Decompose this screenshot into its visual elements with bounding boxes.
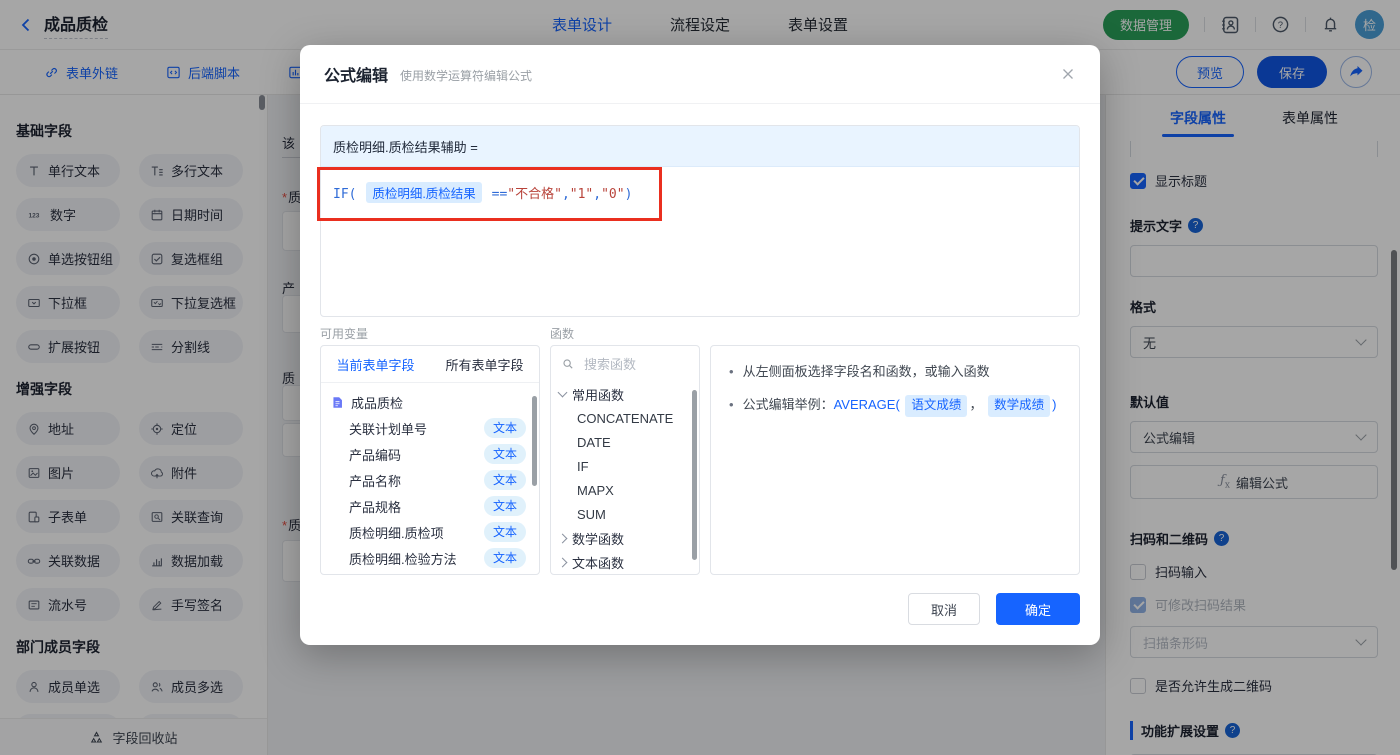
function-item[interactable]: CONCATENATE [551,406,699,430]
variables-root-label: 成品质检 [351,395,404,411]
confirm-button[interactable]: 确定 [996,593,1080,625]
formula-target-bar: 质检明细.质检结果辅助 = [321,126,1079,167]
functions-scrollbar[interactable] [692,390,697,560]
type-badge: 文本 [483,470,526,490]
variable-row[interactable]: 产品规格 文本 [321,493,539,519]
cancel-button[interactable]: 取消 [908,593,980,625]
type-badge: 文本 [483,548,526,568]
search-icon [561,357,575,371]
help-line-2: • 公式编辑举例：AVERAGE( 语文成绩， 数学成绩) [729,395,1061,417]
function-search[interactable] [551,346,699,382]
functions-label: 函数 [550,327,575,341]
formula-code: IF( [333,187,365,202]
variables-scrollbar[interactable] [532,396,537,486]
app-root: 成品质检 表单设计 流程设定 表单设置 数据管理 检 表单外链 后端脚本 预览 … [0,0,1400,755]
variables-panel: 当前表单字段 所有表单字段 成品质检 关联计划单号 文本 产品编码 文本 产品名称文… [320,345,540,575]
help-line-1: • 从左侧面板选择字段名和函数，或输入函数 [729,362,1061,382]
function-group-common[interactable]: 常用函数 [551,382,699,406]
type-badge: 文本 [483,496,526,516]
formula-input-area[interactable]: IF( 质检明细.质检结果 =="不合格","1","0") [321,167,1079,218]
formula-editor-modal: 公式编辑 使用数学运算符编辑公式 质检明细.质检结果辅助 = IF( 质检明细.… [300,45,1100,645]
tab-current-form-fields[interactable]: 当前表单字段 [321,355,430,374]
function-group-label: 文本函数 [572,555,625,571]
formula-code: ) [624,187,633,202]
bullet: • [729,397,734,413]
function-group-label: 常用函数 [572,387,625,403]
variable-name: 质检明细.质检项 [349,525,444,541]
close-icon[interactable] [1060,66,1076,82]
chevron-down-icon [557,387,568,398]
formula-editor: 质检明细.质检结果辅助 = IF( 质检明细.质检结果 =="不合格","1",… [320,125,1080,317]
variable-row[interactable]: 质检明细.检验方法 文本 [321,545,539,571]
help-close-paren: ) [1052,397,1057,413]
variable-name: 产品编码 [349,447,402,463]
function-group-label: 数学函数 [572,531,625,547]
variable-row[interactable]: 产品编码 文本 [321,441,539,467]
variables-tabs: 当前表单字段 所有表单字段 [321,346,539,383]
functions-panel: 常用函数 CONCATENATE DATE IF MAPX SUM 数学函数 文… [550,345,700,575]
variables-root-node[interactable]: 成品质检 [321,389,539,415]
field-chip[interactable]: 质检明细.质检结果 [366,182,482,203]
variables-label: 可用变量 [320,327,369,341]
type-badge: 文本 [483,522,526,542]
function-item[interactable]: DATE [551,430,699,454]
formula-string: "不合格" [507,187,562,202]
function-item[interactable]: SUM [551,502,699,526]
help-example-prefix: 公式编辑举例： [742,397,834,413]
function-search-input[interactable] [582,355,689,373]
type-badge: 文本 [483,418,526,438]
formula-string: "1" [569,187,594,202]
variable-row[interactable]: 产品名称 文本 [321,467,539,493]
modal-footer: 取消 确定 [908,593,1080,625]
type-badge: 文本 [483,444,526,464]
form-doc-icon [331,396,344,409]
function-group-text[interactable]: 文本函数 [551,550,699,574]
chevron-right-icon [557,533,568,543]
variable-name: 产品名称 [349,473,402,489]
function-group-math[interactable]: 数学函数 [551,526,699,550]
variable-name: 产品规格 [349,499,402,515]
variable-row[interactable]: 关联计划单号 文本 [321,415,539,441]
tab-all-form-fields[interactable]: 所有表单字段 [430,355,539,374]
help-separator: ， [969,397,983,413]
formula-comma: , [593,187,602,202]
modal-subtitle: 使用数学运算符编辑公式 [400,68,533,83]
formula-operator: == [483,187,508,202]
variable-row[interactable]: 质检明细.质检项 文本 [321,519,539,545]
chevron-right-icon [557,557,568,567]
variable-name: 关联计划单号 [349,421,428,437]
help-fn-name: AVERAGE( [833,397,900,413]
formula-string: "0" [601,187,625,202]
example-chip: 数学成绩 [988,395,1051,417]
formula-comma: , [561,187,570,202]
variable-name: 质检明细.检验方法 [349,551,457,567]
modal-title: 公式编辑 [324,68,389,85]
formula-help-panel: • 从左侧面板选择字段名和函数，或输入函数 • 公式编辑举例：AVERAGE( … [710,345,1080,575]
bullet: • [729,364,734,379]
modal-header: 公式编辑 使用数学运算符编辑公式 [300,45,1100,104]
function-item[interactable]: IF [551,454,699,478]
example-chip: 语文成绩 [905,395,968,417]
function-item[interactable]: MAPX [551,478,699,502]
